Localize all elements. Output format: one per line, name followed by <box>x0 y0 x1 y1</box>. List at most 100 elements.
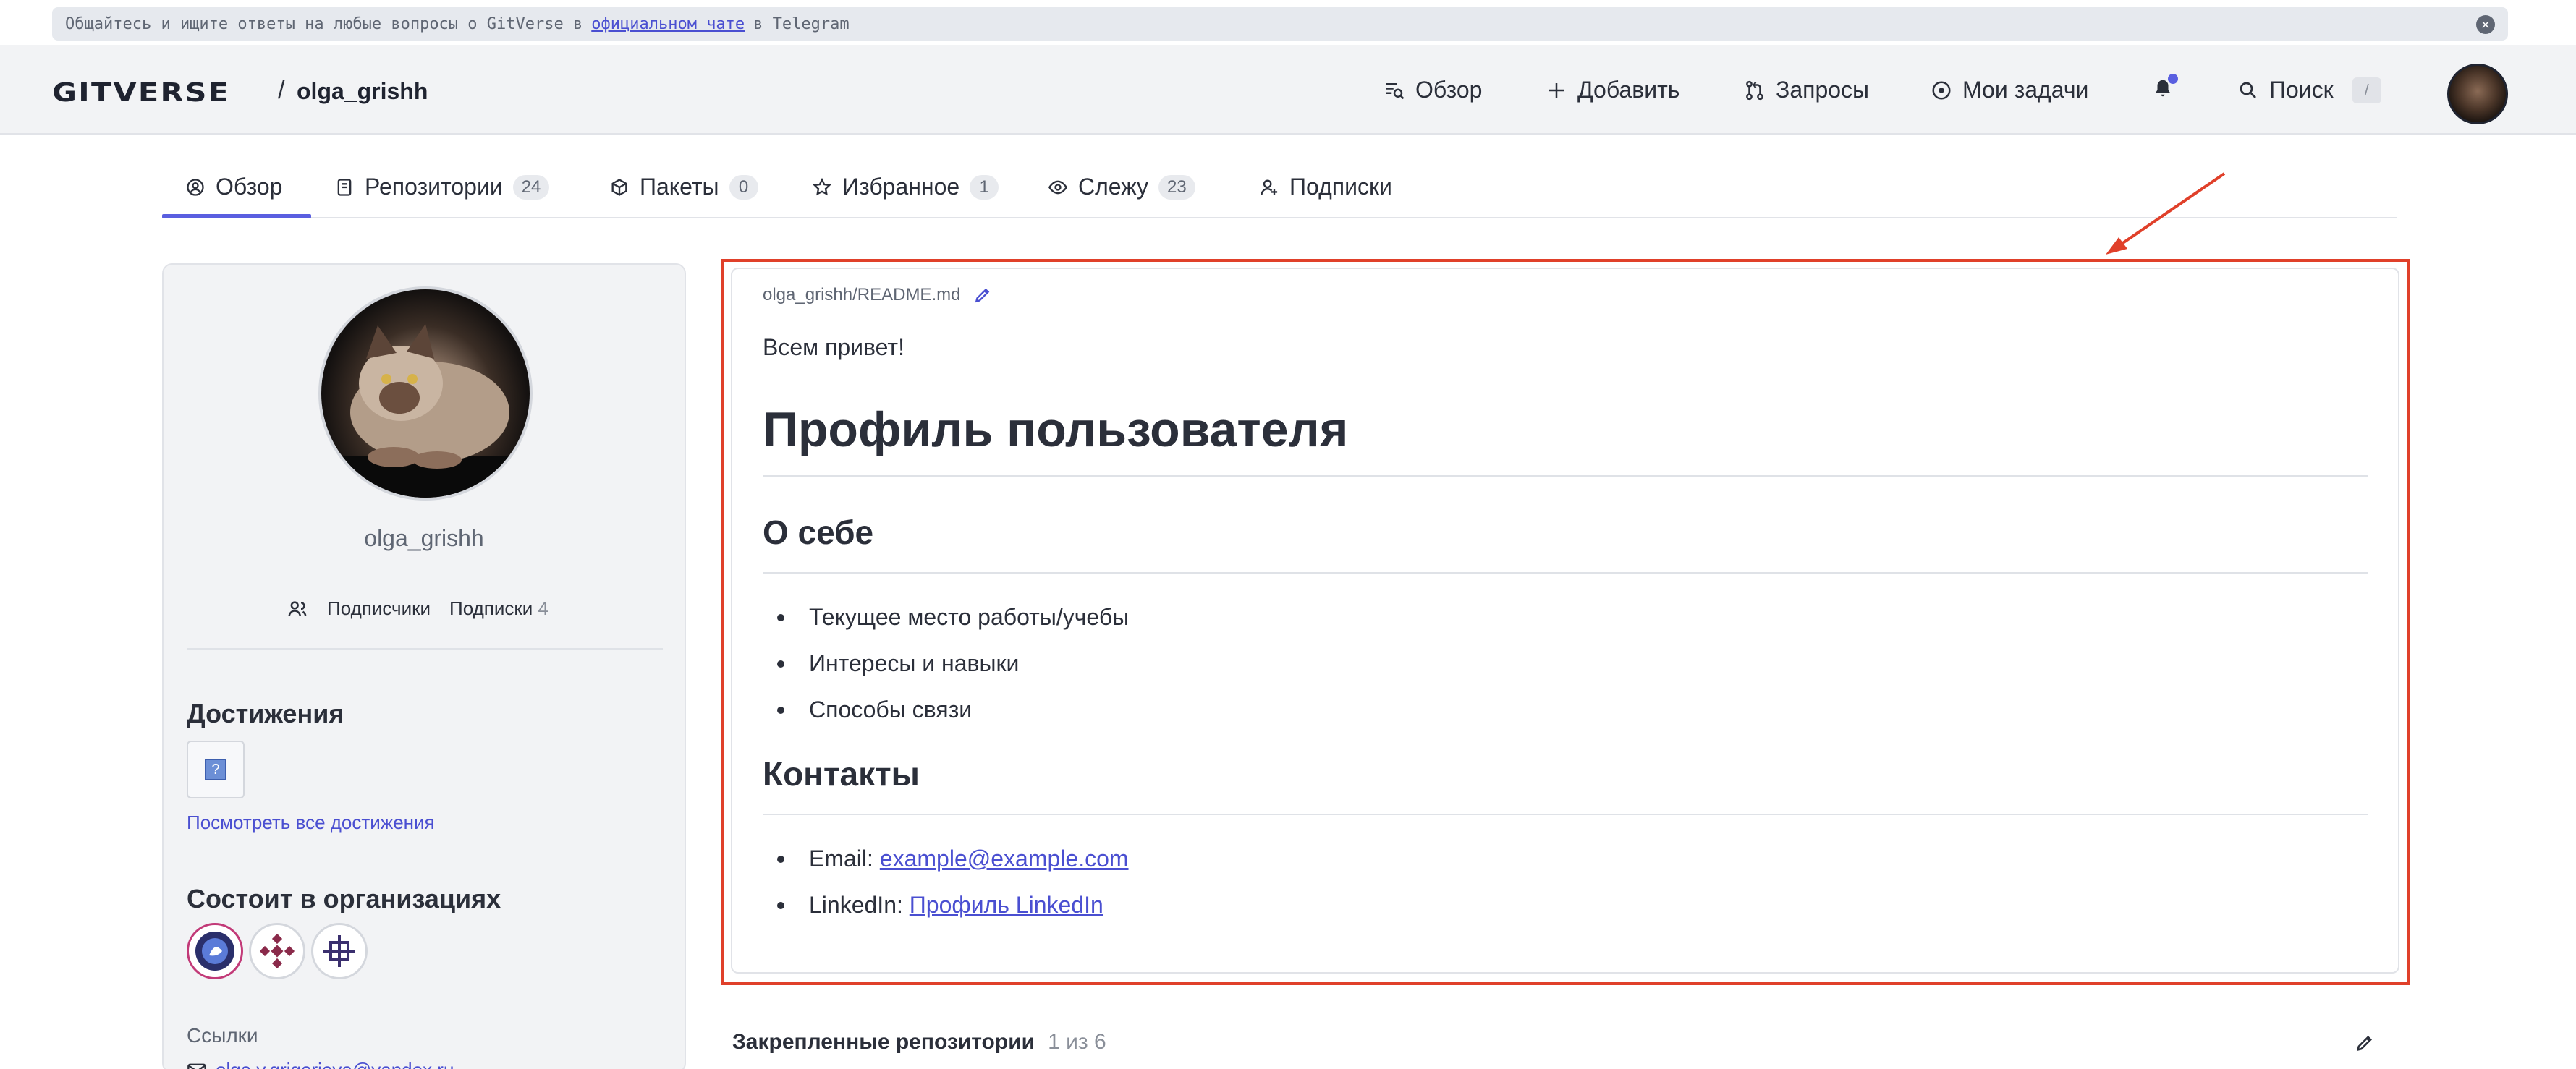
top-header: GITVERSE / olga_grishh Обзор Добавить За… <box>0 45 2576 135</box>
tab-overview[interactable]: Обзор <box>185 174 282 200</box>
pencil-icon[interactable] <box>973 286 992 304</box>
user-plus-icon <box>1261 179 1278 195</box>
users-icon <box>288 600 307 616</box>
active-tab-indicator <box>162 214 311 218</box>
following-count: 4 <box>538 597 548 619</box>
user-avatar-menu[interactable] <box>2447 64 2508 124</box>
readme-greeting: Всем привет! <box>763 334 904 360</box>
email-link[interactable]: example@example.com <box>880 846 1129 872</box>
tab-count: 0 <box>729 174 758 200</box>
readme-content: Всем привет! Профиль пользователя О себе… <box>763 334 2368 928</box>
follow-stats: Подписчики Подписки 4 <box>287 597 548 620</box>
tab-label: Избранное <box>842 174 960 200</box>
gitverse-logo[interactable]: GITVERSE <box>52 78 230 108</box>
nav-add[interactable]: Добавить <box>1546 77 1679 103</box>
tab-subscriptions[interactable]: Подписки <box>1259 174 1392 200</box>
question-icon: ? <box>205 759 226 780</box>
user-circle-icon <box>187 178 204 196</box>
tab-label: Пакеты <box>640 174 719 200</box>
nav-requests[interactable]: Запросы <box>1744 77 1869 103</box>
achievement-badge[interactable]: ? <box>187 741 245 798</box>
pencil-icon[interactable] <box>2355 1033 2375 1053</box>
nav-requests-label: Запросы <box>1776 77 1870 103</box>
organization-avatar[interactable] <box>311 923 368 979</box>
tab-packages[interactable]: Пакеты 0 <box>609 174 758 200</box>
nav-tasks-label: Мои задачи <box>1962 77 2089 103</box>
nav-overview[interactable]: Обзор <box>1384 77 1482 103</box>
list-item-linkedin: LinkedIn: Профиль LinkedIn <box>763 882 2368 928</box>
cat-photo <box>321 324 530 498</box>
tab-favorites[interactable]: Избранное 1 <box>812 174 999 200</box>
close-icon[interactable]: ✕ <box>2476 15 2495 34</box>
readme-path-text[interactable]: olga_grishh/README.md <box>763 285 960 305</box>
notification-dot <box>2168 74 2178 84</box>
org-logo-icon <box>195 932 234 971</box>
readme-heading-contacts: Контакты <box>763 754 2368 815</box>
nav-search-label: Поиск <box>2269 77 2334 103</box>
profile-username: olga_grishh <box>364 525 484 551</box>
all-achievements-link[interactable]: Посмотреть все достижения <box>187 812 435 834</box>
nav-my-tasks[interactable]: Мои задачи <box>1931 77 2088 103</box>
tab-count: 1 <box>970 174 999 200</box>
breadcrumb-username[interactable]: olga_grishh <box>297 78 428 105</box>
announcement-banner: Общайтесь и ищите ответы на любые вопрос… <box>52 7 2508 41</box>
email-label: Email: <box>809 846 873 872</box>
nav-overview-label: Обзор <box>1415 77 1483 103</box>
organization-avatar[interactable] <box>249 923 305 979</box>
pull-request-icon <box>1746 80 1763 100</box>
links-label: Ссылки <box>187 1024 258 1047</box>
links-email-text: olga.v.grigorieva@yandex.ru <box>216 1059 454 1069</box>
linkedin-link[interactable]: Профиль LinkedIn <box>910 892 1103 918</box>
pinned-title: Закрепленные репозитории <box>732 1030 1035 1054</box>
readme-path: olga_grishh/README.md <box>763 285 992 305</box>
search-icon <box>2240 82 2256 98</box>
breadcrumb-separator: / <box>278 77 285 104</box>
notifications-button[interactable] <box>2152 74 2178 103</box>
star-icon <box>813 177 831 195</box>
banner-chat-link[interactable]: официальном чате <box>591 15 745 33</box>
profile-sidebar: olga_grishh Подписчики Подписки 4 Достиж… <box>162 263 686 1069</box>
organizations-list <box>187 923 368 979</box>
nav-add-label: Добавить <box>1577 77 1680 103</box>
org-logo-icon <box>259 933 295 969</box>
mail-icon <box>187 1063 206 1069</box>
tab-repositories[interactable]: Репозитории 24 <box>334 174 550 200</box>
pinned-count: 1 из 6 <box>1048 1030 1106 1054</box>
org-logo-icon <box>323 935 355 967</box>
achievements-title: Достижения <box>187 699 344 728</box>
about-list: Текущее место работы/учебы Интересы и на… <box>763 594 2368 733</box>
eye-icon <box>1048 180 1068 194</box>
tab-label: Слежу <box>1078 174 1148 200</box>
tab-label: Репозитории <box>365 174 503 200</box>
list-item: Интересы и навыки <box>763 640 2368 686</box>
organizations-title: Состоит в организациях <box>187 884 501 913</box>
tab-count: 23 <box>1158 174 1195 200</box>
following-link[interactable]: Подписки 4 <box>449 597 548 620</box>
search-shortcut-key: / <box>2352 77 2381 103</box>
linkedin-label: LinkedIn: <box>809 892 903 918</box>
readme-heading-profile: Профиль пользователя <box>763 401 2368 477</box>
readme-card: olga_grishh/README.md Всем привет! Профи… <box>731 268 2399 974</box>
sidebar-divider <box>187 648 663 650</box>
readme-heading-about: О себе <box>763 513 2368 574</box>
list-item: Способы связи <box>763 686 2368 733</box>
list-item-email: Email: example@example.com <box>763 835 2368 882</box>
contacts-list: Email: example@example.com LinkedIn: Про… <box>763 835 2368 928</box>
nav-search[interactable]: Поиск / <box>2237 77 2381 103</box>
tab-label: Обзор <box>216 174 283 200</box>
following-label: Подписки <box>449 597 533 619</box>
followers-link[interactable]: Подписчики <box>327 597 431 620</box>
tab-count: 24 <box>512 174 550 200</box>
profile-avatar <box>318 286 533 501</box>
banner-text-after: в Telegram <box>753 14 850 33</box>
plus-icon <box>1549 82 1564 98</box>
profile-tabs: Обзор Репозитории 24 Пакеты 0 Избранное … <box>162 163 2397 218</box>
tab-label: Подписки <box>1289 174 1392 200</box>
tab-watching[interactable]: Слежу 23 <box>1048 174 1195 200</box>
organization-avatar[interactable] <box>187 923 243 979</box>
overview-icon <box>1386 82 1404 99</box>
repo-icon <box>337 178 352 196</box>
pinned-repos-header: Закрепленные репозитории 1 из 6 <box>732 1030 1106 1055</box>
package-icon <box>611 178 627 196</box>
links-email[interactable]: olga.v.grigorieva@yandex.ru <box>187 1059 454 1069</box>
